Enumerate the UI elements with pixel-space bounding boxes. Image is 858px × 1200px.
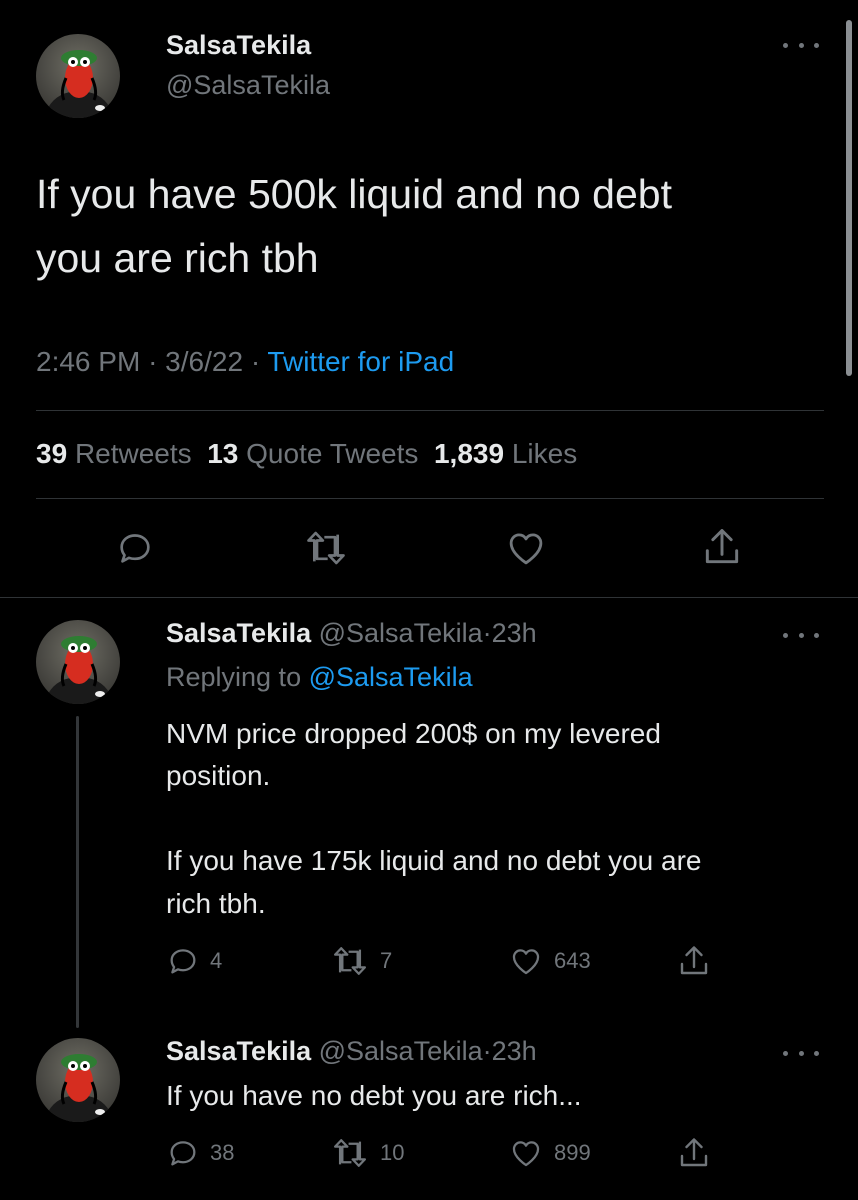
reply-text-line: position. [166, 760, 271, 791]
reply-text-line: If you have 175k liquid and no debt you … [166, 845, 702, 876]
likes-label: Likes [511, 438, 578, 469]
reply-icon [166, 944, 200, 978]
tweet-text-line-1: If you have 500k liquid and no debt [36, 171, 672, 217]
reply-avatar[interactable] [36, 620, 120, 704]
more-icon[interactable] [783, 628, 819, 642]
retweet-icon [330, 1136, 370, 1170]
author-handle[interactable]: @SalsaTekila [166, 70, 330, 101]
reply-count: 4 [210, 948, 223, 973]
reply-text-line: If you have no debt you are rich... [166, 1080, 582, 1111]
tweet-source[interactable]: Twitter for iPad [267, 346, 454, 377]
divider [36, 498, 824, 499]
reply-action-reply[interactable]: 4 [166, 944, 222, 978]
like-count: 643 [554, 948, 591, 973]
reply-display-name[interactable]: SalsaTekila [166, 1036, 311, 1066]
reply-action-like[interactable]: 899 [508, 1136, 591, 1170]
reply-action-like[interactable]: 643 [508, 944, 591, 978]
retweet-icon[interactable] [302, 528, 350, 568]
tweet-meta: 2:46 PM · 3/6/22 · Twitter for iPad [36, 346, 454, 378]
divider [36, 410, 824, 411]
retweet-icon [330, 944, 370, 978]
more-icon[interactable] [783, 1046, 819, 1060]
reply-handle[interactable]: @SalsaTekila [319, 618, 483, 648]
reply-display-name[interactable]: SalsaTekila [166, 618, 311, 648]
replying-to-label: Replying to [166, 662, 302, 692]
meta-separator: · [482, 618, 492, 648]
reply-text-line: NVM price dropped 200$ on my levered [166, 718, 661, 749]
like-icon [508, 944, 544, 978]
reply-time[interactable]: 23h [492, 1036, 537, 1066]
reply-count: 38 [210, 1140, 235, 1165]
quotes-label: Quote Tweets [246, 438, 419, 469]
reply-header: SalsaTekila @SalsaTekila·23h [166, 618, 537, 649]
reply-avatar[interactable] [36, 1038, 120, 1122]
scrollbar[interactable] [846, 20, 852, 376]
reply-action-reply[interactable]: 38 [166, 1136, 234, 1170]
reply-icon[interactable] [114, 528, 156, 568]
like-count: 899 [554, 1140, 591, 1165]
tweet-text-line-2: you are rich tbh [36, 235, 319, 281]
quote-tweets-stat[interactable]: 13 Quote Tweets [207, 438, 418, 469]
replying-to: Replying to @SalsaTekila [166, 662, 473, 693]
section-divider [0, 597, 858, 598]
reply-header: SalsaTekila @SalsaTekila·23h [166, 1036, 537, 1067]
likes-count: 1,839 [433, 438, 505, 469]
like-icon[interactable] [504, 527, 548, 569]
retweet-count: 10 [380, 1140, 405, 1165]
more-icon[interactable] [783, 38, 819, 52]
retweets-label: Retweets [74, 438, 192, 469]
author-display-name[interactable]: SalsaTekila [166, 30, 311, 61]
share-icon[interactable] [700, 524, 744, 570]
tweet-time[interactable]: 2:46 PM [36, 346, 140, 377]
reply-text-line: rich tbh. [166, 888, 266, 919]
reply-action-retweet[interactable]: 10 [330, 1136, 404, 1170]
reply-time[interactable]: 23h [492, 618, 537, 648]
reply-icon [166, 1136, 200, 1170]
engagement-stats: 39 Retweets 13 Quote Tweets 1,839 Likes [36, 438, 577, 470]
meta-separator: · [250, 346, 261, 377]
likes-stat[interactable]: 1,839 Likes [434, 438, 577, 469]
like-icon [508, 1136, 544, 1170]
reply-handle[interactable]: @SalsaTekila [319, 1036, 483, 1066]
retweet-count: 7 [380, 948, 393, 973]
quotes-count: 13 [207, 438, 239, 469]
share-icon[interactable] [676, 942, 712, 980]
meta-separator: · [482, 1036, 492, 1066]
replying-to-handle[interactable]: @SalsaTekila [309, 662, 473, 692]
share-icon[interactable] [676, 1134, 712, 1172]
reply-action-retweet[interactable]: 7 [330, 944, 392, 978]
retweets-stat[interactable]: 39 Retweets [36, 438, 192, 469]
thread-line [76, 716, 79, 1028]
meta-separator: · [148, 346, 158, 377]
retweets-count: 39 [36, 438, 68, 469]
author-avatar[interactable] [36, 34, 120, 118]
tweet-date[interactable]: 3/6/22 [165, 346, 243, 377]
